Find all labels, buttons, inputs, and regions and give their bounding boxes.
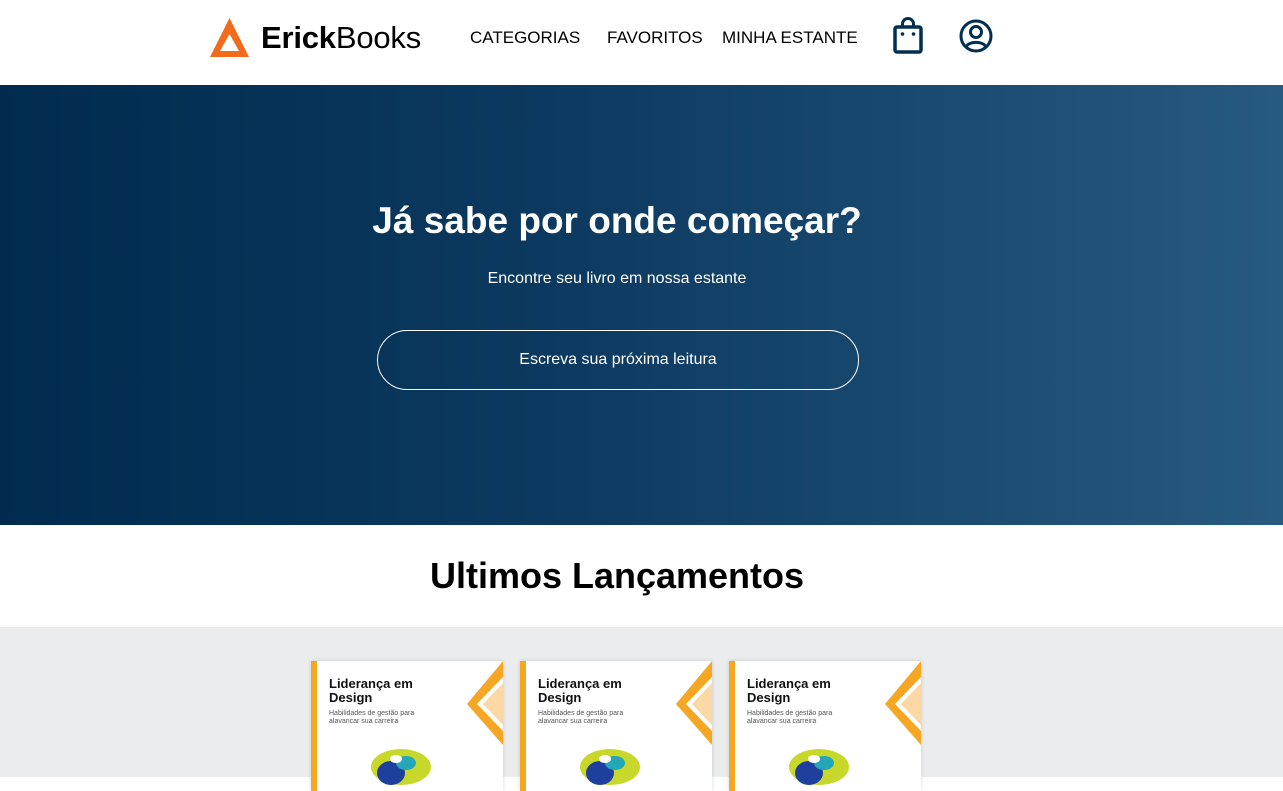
book-spine [311,661,317,791]
nav-categorias[interactable]: CATEGORIAS [470,28,580,48]
hero-title: Já sabe por onde começar? [372,200,862,241]
search-input[interactable] [377,330,859,390]
book-title: Liderança em Design [329,676,413,705]
book-subtitle: Habilidades de gestão para alavancar sua… [538,710,624,725]
book-spine [520,661,526,791]
book-subtitle: Habilidades de gestão para alavancar sua… [329,710,415,725]
book-subtitle: Habilidades de gestão para alavancar sua… [747,710,833,725]
book-spine [729,661,735,791]
cover-illustration-icon [371,749,431,785]
site-header: ErickBooks CATEGORIAS FAVORITOS MINHA ES… [0,0,1283,85]
book-title: Liderança em Design [538,676,622,705]
hero-subtitle: Encontre seu livro em nossa estante [487,270,747,287]
book-shelf: Liderança em Design Habilidades de gestã… [0,627,1283,791]
book-title: Liderança em Design [747,676,831,705]
book-card[interactable]: Liderança em Design Habilidades de gestã… [520,661,712,791]
cover-illustration-icon [580,749,640,785]
chevron-decoration-icon [676,661,712,745]
releases-title: Ultimos Lançamentos [429,555,805,596]
triangle-logo-icon [210,18,249,57]
logo-text: ErickBooks [261,19,422,55]
user-profile-icon[interactable] [958,17,994,60]
nav-minha-estante[interactable]: MINHA ESTANTE [722,28,858,48]
nav-favoritos[interactable]: FAVORITOS [607,28,703,48]
logo[interactable]: ErickBooks [209,17,421,58]
book-card[interactable]: Liderança em Design Habilidades de gestã… [729,661,921,791]
cover-illustration-icon [789,749,849,785]
chevron-decoration-icon [885,661,921,745]
book-card[interactable]: Liderança em Design Habilidades de gestã… [311,661,503,791]
hero-banner: Já sabe por onde começar? Encontre seu l… [0,85,1283,525]
chevron-decoration-icon [467,661,503,745]
shopping-bag-icon[interactable] [892,17,924,60]
